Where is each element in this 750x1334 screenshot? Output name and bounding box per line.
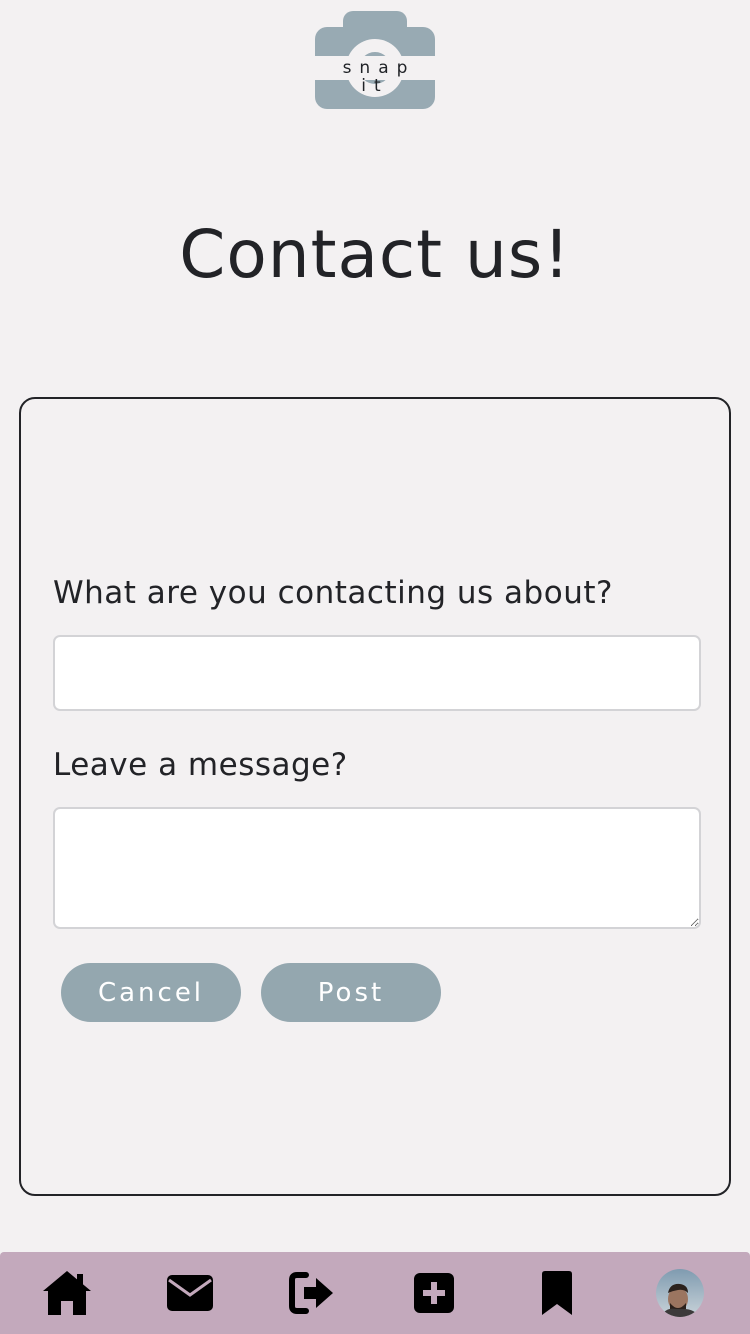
- contact-form-card: What are you contacting us about? Leave …: [19, 397, 731, 1196]
- nav-home-button[interactable]: [41, 1268, 93, 1318]
- message-label: Leave a message?: [53, 747, 348, 783]
- home-icon: [43, 1271, 91, 1315]
- subject-input[interactable]: [53, 635, 701, 711]
- logout-icon: [289, 1272, 333, 1314]
- snap-it-logo[interactable]: snap it: [315, 11, 435, 109]
- nav-add-post-button[interactable]: [408, 1268, 460, 1318]
- nav-profile-button[interactable]: [654, 1268, 706, 1318]
- add-post-icon: [414, 1273, 454, 1313]
- cancel-button[interactable]: Cancel: [61, 963, 241, 1022]
- page-title: Contact us!: [179, 216, 571, 293]
- post-button[interactable]: Post: [261, 963, 441, 1022]
- avatar: [656, 1269, 704, 1317]
- nav-mail-button[interactable]: [164, 1268, 216, 1318]
- nav-bookmark-button[interactable]: [531, 1268, 583, 1318]
- subject-label: What are you contacting us about?: [53, 575, 613, 611]
- message-textarea[interactable]: [53, 807, 701, 929]
- bottom-nav-bar: [0, 1252, 750, 1334]
- bookmark-icon: [542, 1271, 572, 1315]
- nav-logout-button[interactable]: [286, 1268, 338, 1318]
- mail-icon: [167, 1275, 213, 1311]
- logo-text: snap it: [342, 58, 416, 96]
